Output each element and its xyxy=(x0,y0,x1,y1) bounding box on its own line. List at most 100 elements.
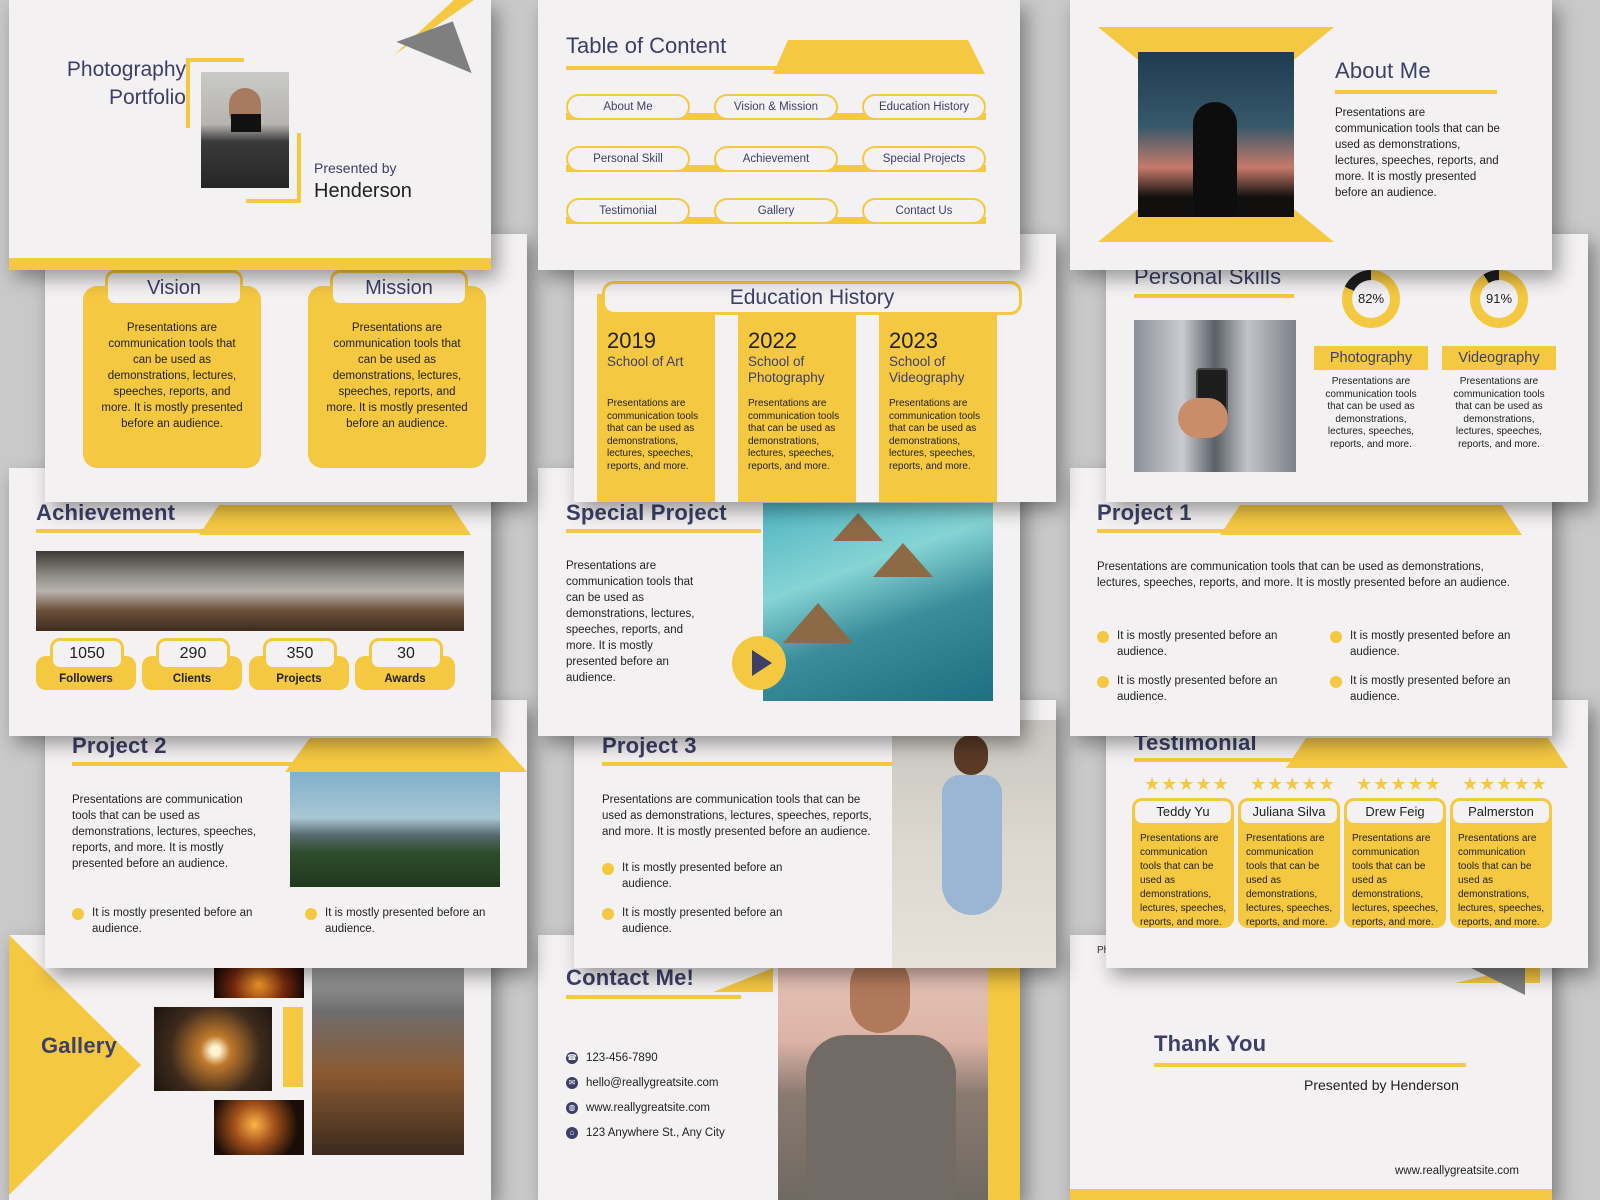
stat-label: Projects xyxy=(276,673,322,685)
project2-text: Presentations are communication tools th… xyxy=(72,794,257,870)
project1-underline xyxy=(1097,529,1277,533)
education-school: School of Photography xyxy=(748,354,825,385)
contact-address-text: 123 Anywhere St., Any City xyxy=(586,1127,725,1139)
testimonial-stars: ★★★★★ xyxy=(1144,774,1230,794)
bungalow-roof-2 xyxy=(873,543,933,577)
toc-title: Table of Content xyxy=(566,33,727,58)
project1-bullet-2: It is mostly presented before an audienc… xyxy=(1330,628,1530,660)
stat-value: 1050 xyxy=(50,638,124,670)
education-title-pill: Education History xyxy=(602,281,1022,315)
project3-title: Project 3 xyxy=(602,733,697,758)
stat-value: 350 xyxy=(263,638,337,670)
about-underline xyxy=(1335,90,1497,94)
cover-frame-bottom xyxy=(246,199,301,203)
project2-bullet-2: It is mostly presented before an audienc… xyxy=(305,905,500,937)
project2-bullet-1: It is mostly presented before an audienc… xyxy=(72,905,257,937)
gallery-photo-sunset xyxy=(154,1007,272,1091)
testimonial-underline xyxy=(1134,758,1294,762)
education-year: 2019 xyxy=(607,328,656,353)
project1-text: Presentations are communication tools th… xyxy=(1097,561,1510,589)
cover-frame-top xyxy=(186,58,244,62)
skill-text: Presentations are communication tools th… xyxy=(1453,376,1545,450)
thankyou-title: Thank You xyxy=(1154,1031,1267,1056)
cover-bottom-bar xyxy=(9,258,491,270)
toc-item[interactable]: Contact Us xyxy=(862,198,986,224)
project2-banner xyxy=(285,738,527,772)
toc-item[interactable]: Special Projects xyxy=(862,146,986,172)
special-title: Special Project xyxy=(566,500,727,525)
testimonial-text: Presentations are communication tools th… xyxy=(1140,833,1227,928)
skill-name: Videography xyxy=(1442,346,1556,370)
toc-item[interactable]: Testimonial xyxy=(566,198,690,224)
cover-accent-grey xyxy=(396,21,472,94)
education-text: Presentations are communication tools th… xyxy=(889,398,981,472)
achievement-photo-mountains xyxy=(36,551,464,631)
project3-slide: Project 3 Presentations are communicatio… xyxy=(574,700,1056,968)
contact-phone-text: 123-456-7890 xyxy=(586,1052,658,1064)
toc-item[interactable]: Gallery xyxy=(714,198,838,224)
project2-photo-volcano xyxy=(290,772,500,887)
skills-slide: Personal Skills 82% Photography Presentati… xyxy=(1106,234,1588,502)
gallery-slide: Gallery xyxy=(9,935,491,1200)
project2-title: Project 2 xyxy=(72,733,167,758)
toc-item[interactable]: Education History xyxy=(862,94,986,120)
achievement-title: Achievement xyxy=(36,500,176,525)
about-photo-silhouette xyxy=(1138,52,1294,217)
man-shirt xyxy=(806,1035,956,1200)
education-column: 2019 School of Art Presentations are commu… xyxy=(597,294,715,502)
toc-underline xyxy=(566,66,781,70)
toc-banner xyxy=(773,40,985,74)
gallery-title: Gallery xyxy=(41,1033,118,1058)
education-school: School of Art xyxy=(607,354,684,369)
skill-ring: 82% xyxy=(1342,270,1400,328)
gallery-photo-forest xyxy=(312,950,464,1155)
testimonial-slide: Testimonial ★★★★★ Teddy Yu Presentations a… xyxy=(1106,700,1588,968)
cover-name: Henderson xyxy=(314,180,412,202)
about-text: Presentations are communication tools th… xyxy=(1335,107,1500,199)
bungalow-roof-1 xyxy=(783,603,853,643)
thankyou-presented: Presented by Henderson xyxy=(1304,1077,1459,1093)
contact-title: Contact Me! xyxy=(566,965,695,990)
stat-label: Awards xyxy=(384,673,426,685)
testimonial-banner xyxy=(1286,738,1568,768)
project3-bullet-1: It is mostly presented before an audienc… xyxy=(602,860,822,892)
about-title: About Me xyxy=(1335,58,1431,83)
skill-text: Presentations are communication tools th… xyxy=(1325,376,1417,450)
vision-tab: Vision xyxy=(105,270,243,306)
toc-item[interactable]: Achievement xyxy=(714,146,838,172)
toc-item[interactable]: About Me xyxy=(566,94,690,120)
toc-item[interactable]: Vision & Mission xyxy=(714,94,838,120)
bungalow-roof-3 xyxy=(833,513,883,541)
project2-slide: Project 2 Presentations are communicatio… xyxy=(45,700,527,968)
camera xyxy=(231,114,261,132)
gallery-photo-sparks xyxy=(214,1100,304,1155)
special-underline xyxy=(566,529,761,533)
contact-website[interactable]: ◍ www.reallygreatsite.com xyxy=(566,1100,710,1116)
cover-title-2: Portfolio xyxy=(108,86,186,109)
testimonial-name: Teddy Yu xyxy=(1132,798,1234,826)
project1-bullet-4: It is mostly presented before an audienc… xyxy=(1330,673,1530,705)
mission-tab: Mission xyxy=(330,270,468,306)
thankyou-bottom-bar xyxy=(1070,1189,1552,1200)
project3-underline xyxy=(602,762,892,766)
mail-icon: ✉ xyxy=(566,1076,578,1089)
cover-frame-right xyxy=(297,133,301,203)
play-button[interactable] xyxy=(732,636,786,690)
toc-item[interactable]: Personal Skill xyxy=(566,146,690,172)
silhouette-figure xyxy=(1193,102,1237,217)
contact-email[interactable]: ✉ hello@reallygreatsite.com xyxy=(566,1075,718,1091)
contact-phone[interactable]: ☎ 123-456-7890 xyxy=(566,1050,658,1066)
education-text: Presentations are communication tools th… xyxy=(748,398,840,472)
stat-value: 290 xyxy=(156,638,230,670)
stat-label: Followers xyxy=(59,673,113,685)
achievement-banner xyxy=(199,505,471,535)
testimonial-text: Presentations are communication tools th… xyxy=(1458,833,1545,928)
project1-slide: Project 1 Presentations are communicatio… xyxy=(1070,468,1552,736)
thankyou-website[interactable]: www.reallygreatsite.com xyxy=(1395,1165,1519,1177)
project1-bullet-1: It is mostly presented before an audienc… xyxy=(1097,628,1297,660)
cover-frame-left xyxy=(186,58,190,128)
gallery-yellow-bar xyxy=(283,1007,303,1087)
education-year: 2022 xyxy=(748,328,797,353)
testimonial-stars: ★★★★★ xyxy=(1462,774,1548,794)
vision-mission-slide: Vision Presentations are communication t… xyxy=(45,234,527,502)
